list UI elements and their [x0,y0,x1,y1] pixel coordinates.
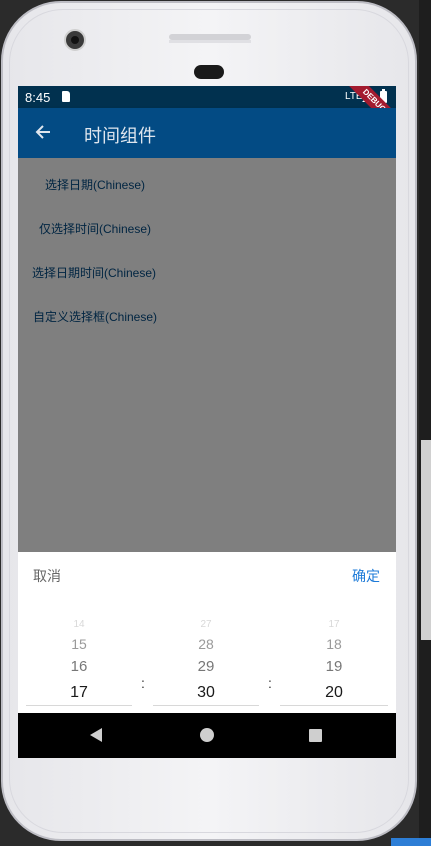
recents-square-icon[interactable] [309,729,322,742]
status-time: 8:45 [25,90,51,105]
time-separator: : [268,675,272,691]
earpiece-speaker-shadow [169,40,251,43]
background-edge-light [421,440,431,640]
wheel-item-selected: 17 [70,684,88,701]
wheel-item: 18 [326,636,342,652]
system-nav-bar [18,713,396,758]
selection-divider [153,705,259,706]
front-camera-icon [64,29,86,51]
wheel-item-selected: 30 [197,684,215,701]
wheel-item-selected: 20 [325,684,343,701]
wheel-item: 19 [325,658,343,675]
back-triangle-icon[interactable] [90,728,102,742]
status-bar: 8:45 LTE DEBUG [18,86,396,135]
proximity-sensor [194,65,224,79]
cancel-button[interactable]: 取消 [33,566,61,586]
selection-divider [280,705,388,706]
main-content: 选择日期(Chinese) 仅选择时间(Chinese) 选择日期时间(Chin… [18,158,396,758]
background-edge-accent [391,838,431,846]
home-circle-icon[interactable] [200,728,214,742]
wheel-item: 27 [200,619,212,630]
wheel-item: 17 [328,619,340,630]
wheel-item: 15 [71,636,87,652]
background-edge [419,0,431,846]
modal-scrim[interactable] [18,158,396,552]
wheel-item: 28 [198,636,214,652]
wheel-item: 14 [73,619,85,630]
time-separator: : [141,675,145,691]
confirm-button[interactable]: 确定 [352,566,380,586]
wheel-item: 29 [197,658,215,675]
page-title: 时间组件 [84,126,156,147]
phone-screen: 8:45 LTE DEBUG 时间组件 选择日期(Chinese) 仅选择时间(… [18,86,396,758]
sd-card-icon [62,91,70,102]
app-bar: 时间组件 [18,108,396,158]
arrow-left-icon[interactable] [34,122,54,142]
selection-divider [26,705,132,706]
wheel-item: 16 [70,658,88,675]
